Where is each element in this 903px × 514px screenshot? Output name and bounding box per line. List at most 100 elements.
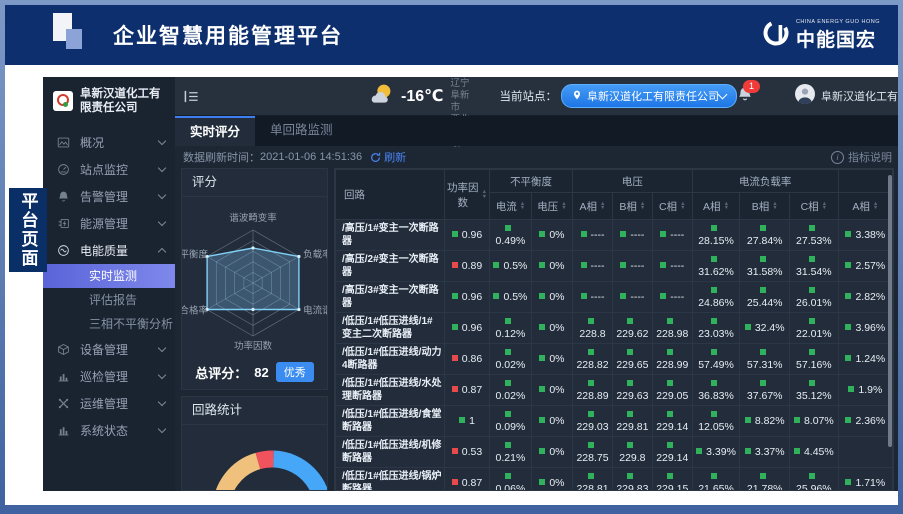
indicator-help-button[interactable]: i 指标说明 <box>831 149 892 165</box>
sidebar-item-告警管理[interactable]: 告警管理 <box>43 183 175 210</box>
sidebar-item-巡检管理[interactable]: 巡检管理 <box>43 363 175 390</box>
col-group: 电流负载率 <box>692 170 838 193</box>
status-square-icon <box>711 349 717 355</box>
value-cell: 0.02% <box>490 375 532 406</box>
status-square-icon <box>627 349 633 355</box>
sort-icon[interactable]: ▲▼ <box>600 202 605 211</box>
value-cell: 0.86 <box>444 344 489 375</box>
sidebar-subitem-三相不平衡分析[interactable]: 三相不平衡分析 <box>43 312 175 336</box>
value-cell: 229.05 <box>652 375 692 406</box>
value-cell: ---- <box>612 220 652 251</box>
status-square-icon <box>760 256 766 262</box>
sidebar-item-站点监控[interactable]: 站点监控 <box>43 156 175 183</box>
status-square-icon <box>760 349 766 355</box>
sort-icon[interactable]: ▲▼ <box>561 202 566 211</box>
value-cell: 229.63 <box>612 375 652 406</box>
table-row[interactable]: /低压/1#低压进线/机修断路器0.530.21%0%228.75229.822… <box>336 437 893 468</box>
table-row[interactable]: /低压/1#低压进线/动力4断路器0.860.02%0%228.82229.65… <box>336 344 893 375</box>
status-square-icon <box>539 324 545 330</box>
sidebar-item-设备管理[interactable]: 设备管理 <box>43 336 175 363</box>
user-menu[interactable]: 阜新汉道化工有限责任公 <box>795 84 898 109</box>
status-square-icon <box>760 473 766 479</box>
tab-单回路监测[interactable]: 单回路监测 <box>255 116 348 146</box>
status-square-icon <box>667 380 673 386</box>
menu-collapse-icon[interactable] <box>183 89 200 104</box>
status-square-icon <box>539 355 545 361</box>
col-group: 不平衡度 <box>490 170 573 193</box>
circuit-name: /低压/1#低压进线/锅炉断路器 <box>336 468 445 492</box>
value-cell: 0% <box>531 406 572 437</box>
sort-icon[interactable]: ▲▼ <box>822 202 827 211</box>
sidebar-item-系统状态[interactable]: 系统状态 <box>43 417 175 444</box>
sidebar-item-能源管理[interactable]: 能源管理 <box>43 210 175 237</box>
col-电压: 电压▲▼ <box>531 193 572 220</box>
rating-badge[interactable]: 优秀 <box>276 362 314 382</box>
status-square-icon <box>588 380 594 386</box>
svg-text:电压合格率: 电压合格率 <box>182 305 208 317</box>
status-square-icon <box>539 386 545 392</box>
value-cell: 8.82% <box>740 406 790 437</box>
info-icon: i <box>831 151 844 164</box>
refresh-button[interactable]: 刷新 <box>370 149 406 165</box>
score-panel-title: 评分 <box>182 169 327 197</box>
value-cell: 0.96 <box>444 282 489 313</box>
col-group <box>838 170 892 193</box>
status-square-icon <box>452 262 458 268</box>
table-row[interactable]: /低压/1#低压进线/1#变主二次断路器0.960.12%0%228.8229.… <box>336 313 893 344</box>
col-circuit: 回路 <box>336 170 445 220</box>
value-cell: 31.54% <box>790 251 839 282</box>
status-square-icon <box>620 262 626 268</box>
status-square-icon <box>711 411 717 417</box>
site-monitor-icon <box>57 163 71 177</box>
status-square-icon <box>620 231 626 237</box>
value-cell: 228.81 <box>573 468 613 492</box>
sidebar-subitem-实时监测[interactable]: 实时监测 <box>43 264 175 288</box>
value-cell: ---- <box>612 251 652 282</box>
status-square-icon <box>760 287 766 293</box>
refresh-icon <box>370 152 381 163</box>
sort-icon[interactable]: ▲▼ <box>772 202 777 211</box>
status-square-icon <box>627 318 633 324</box>
sidebar-subitem-评估报告[interactable]: 评估报告 <box>43 288 175 312</box>
value-cell: 0.87 <box>444 468 489 492</box>
status-square-icon <box>452 479 458 485</box>
table-row[interactable]: /高压/1#变主一次断路器0.960.49%0%------------28.1… <box>336 220 893 251</box>
circuit-table-wrap: 回路功率因数▲▼不平衡度电压电流负载率电流▲▼电压▲▼A相▲▼B相▲▼C相▲▼A… <box>334 168 894 491</box>
site-select-dropdown[interactable]: 阜新汉道化工有限责任公司 <box>561 84 737 108</box>
value-cell: 26.01% <box>790 282 839 313</box>
value-cell: 0% <box>531 437 572 468</box>
status-square-icon <box>452 386 458 392</box>
status-square-icon <box>620 293 626 299</box>
value-cell: 0.12% <box>490 313 532 344</box>
sort-icon[interactable]: ▲▼ <box>640 202 645 211</box>
value-cell: 0% <box>531 313 572 344</box>
notification-bell[interactable]: 1 <box>737 86 753 107</box>
value-cell: 0% <box>531 251 572 282</box>
value-cell: 0.21% <box>490 437 532 468</box>
vertical-scrollbar[interactable] <box>888 175 892 447</box>
status-square-icon <box>794 417 800 423</box>
status-square-icon <box>505 318 511 324</box>
table-row[interactable]: /高压/2#变主一次断路器0.890.5%0%------------31.62… <box>336 251 893 282</box>
table-row[interactable]: /低压/1#低压进线/锅炉断路器0.870.06%0%228.81229.832… <box>336 468 893 492</box>
tab-实时评分[interactable]: 实时评分 <box>175 116 255 146</box>
sort-icon[interactable]: ▲▼ <box>482 190 487 199</box>
value-cell: 35.12% <box>790 375 839 406</box>
status-square-icon <box>588 442 594 448</box>
table-row[interactable]: /低压/1#低压进线/食堂断路器10.09%0%229.03229.81229.… <box>336 406 893 437</box>
sort-icon[interactable]: ▲▼ <box>520 202 525 211</box>
sort-icon[interactable]: ▲▼ <box>680 202 685 211</box>
value-cell: 21.65% <box>692 468 740 492</box>
sidebar-item-运维管理[interactable]: 运维管理 <box>43 390 175 417</box>
table-row[interactable]: /高压/3#变主一次断路器0.960.5%0%------------24.86… <box>336 282 893 313</box>
sidebar-item-概况[interactable]: 概况 <box>43 129 175 156</box>
chevron-down-icon <box>158 398 166 406</box>
sidebar-item-电能质量[interactable]: 电能质量 <box>43 237 175 264</box>
value-cell: 3.39% <box>692 437 740 468</box>
device-cube-icon <box>57 343 71 357</box>
sort-icon[interactable]: ▲▼ <box>873 202 878 211</box>
table-row[interactable]: /低压/1#低压进线/水处理断路器0.870.02%0%228.89229.63… <box>336 375 893 406</box>
status-square-icon <box>845 479 851 485</box>
sidebar: 阜新汉道化工有限责任公司 概况站点监控告警管理能源管理电能质量实时监测评估报告三… <box>43 77 175 491</box>
sort-icon[interactable]: ▲▼ <box>724 202 729 211</box>
